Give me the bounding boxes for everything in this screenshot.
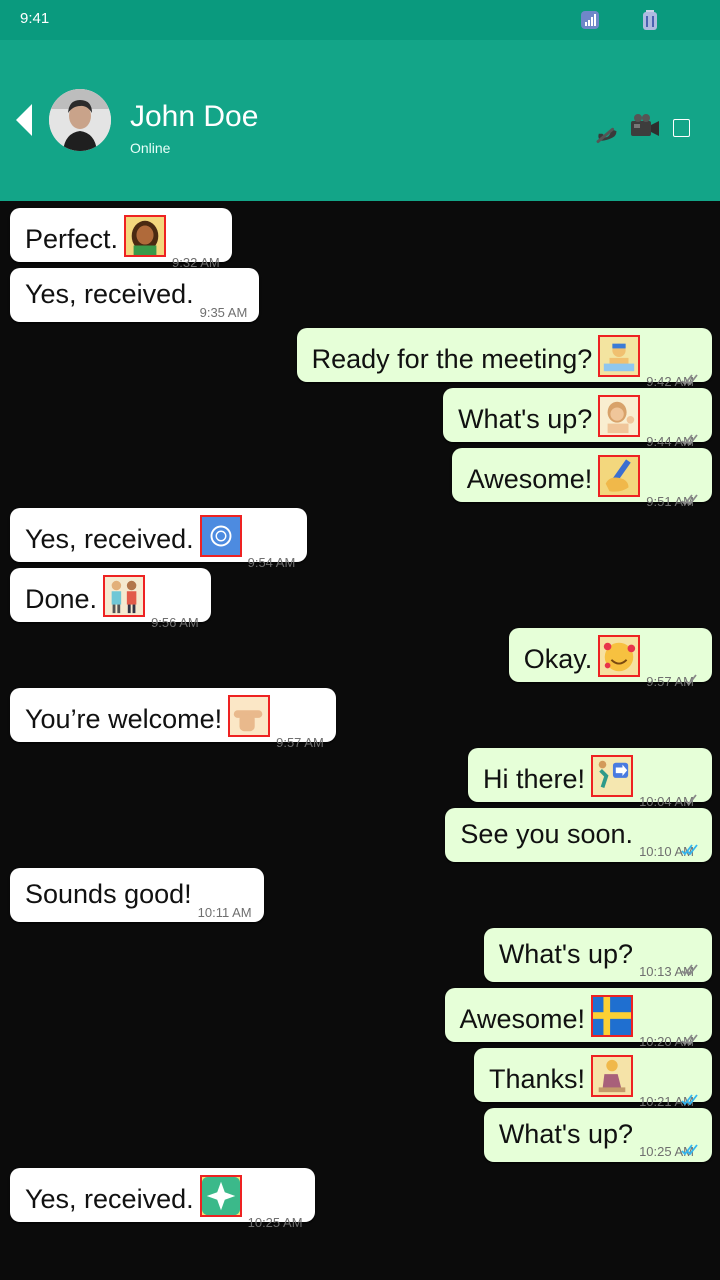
message-text: Awesome!	[466, 464, 593, 494]
message-bubble[interactable]: Ready for the meeting? 9:42 AM	[296, 328, 712, 389]
message-text: Hi there!	[483, 764, 586, 794]
message-time: 10:11 AM	[197, 905, 252, 920]
message-bubble[interactable]: What's up? 10:25 AM	[483, 1108, 712, 1162]
message-bubble[interactable]: Awesome! 10:20 AM	[444, 988, 712, 1049]
battery-icon	[640, 9, 660, 31]
chat-header: John Doe Online	[0, 40, 720, 201]
sparkle-emoji	[199, 1175, 242, 1217]
incoming-message: Yes, received. 10:25 AM	[0, 1161, 720, 1230]
incoming-message: You’re welcome! 9:57 AM	[0, 681, 720, 750]
message-bubble[interactable]: Awesome! 9:51 AM	[451, 448, 712, 509]
outgoing-message: Okay. 9:57 AM	[0, 621, 720, 689]
couple-holding-hands-emoji	[103, 575, 146, 617]
incoming-message: Sounds good! 10:11 AM	[0, 861, 720, 922]
message-bubble[interactable]: Hi there! 10:04 AM	[468, 748, 712, 809]
woman-curly-hair-emoji	[124, 215, 167, 257]
message-text: Thanks!	[489, 1064, 586, 1094]
outgoing-message: See you soon. 10:10 AM	[0, 801, 720, 862]
person-running-arrow-emoji	[591, 755, 634, 797]
back-arrow-icon[interactable]	[10, 102, 40, 138]
message-text: What's up?	[498, 939, 634, 969]
message-text: What's up?	[498, 1119, 634, 1149]
message-text: Okay.	[523, 644, 593, 674]
message-bubble[interactable]: Okay. 9:57 AM	[508, 628, 712, 689]
incoming-message: Perfect. 9:32 AM	[0, 201, 720, 270]
outgoing-message: What's up? 9:44 AM	[0, 381, 720, 449]
message-bubble[interactable]: Yes, received. 10:25 AM	[10, 1168, 315, 1230]
message-meta: 10:11 AM	[198, 905, 252, 920]
incoming-message: Done. 9:56 AM	[0, 561, 720, 630]
video-camera-icon[interactable]	[628, 110, 662, 144]
contact-name[interactable]: John Doe	[130, 100, 258, 134]
pointing-right-emoji	[228, 695, 271, 737]
incoming-message: Yes, received. 9:35 AM	[0, 261, 720, 322]
message-text: What's up?	[458, 404, 593, 434]
message-bubble[interactable]: Done. 9:56 AM	[10, 568, 211, 630]
message-text: Yes, received.	[25, 524, 194, 554]
contact-status: Online	[130, 140, 171, 156]
outgoing-message: What's up? 10:13 AM	[0, 921, 720, 982]
message-bubble[interactable]: Sounds good! 10:11 AM	[10, 868, 264, 922]
person-tipping-hand-emoji	[598, 395, 641, 437]
outgoing-message: Awesome! 10:20 AM	[0, 981, 720, 1049]
read-receipt-icon	[680, 843, 700, 857]
outgoing-message: Awesome! 9:51 AM	[0, 441, 720, 509]
smiling-face-hearts-emoji	[598, 635, 641, 677]
status-bar: 9:41	[0, 0, 720, 40]
menu-icon[interactable]	[673, 119, 690, 137]
message-time: 9:35 AM	[199, 305, 248, 320]
message-meta: 10:25 AM	[248, 1215, 303, 1230]
message-text: Yes, received.	[25, 1184, 194, 1214]
message-bubble[interactable]: What's up? 9:44 AM	[443, 388, 712, 449]
writing-hand-emoji	[598, 455, 641, 497]
message-text: Sounds good!	[25, 879, 192, 909]
united-nations-flag-emoji	[199, 515, 242, 557]
incoming-message: Yes, received. 9:54 AM	[0, 501, 720, 570]
message-text: Perfect.	[25, 224, 119, 254]
message-meta: 10:25 AM	[639, 1144, 700, 1160]
message-text: See you soon.	[460, 819, 634, 849]
message-meta: 10:13 AM	[639, 964, 700, 980]
phone-icon[interactable]	[588, 110, 622, 144]
message-text: Awesome!	[459, 1004, 586, 1034]
double-tick-icon	[680, 963, 700, 977]
sweden-flag-emoji	[591, 995, 634, 1037]
read-receipt-icon	[680, 1143, 700, 1157]
message-meta: 10:10 AM	[639, 844, 700, 860]
message-bubble[interactable]: Yes, received. 9:54 AM	[10, 508, 308, 570]
outgoing-message: What's up? 10:25 AM	[0, 1101, 720, 1162]
message-bubble[interactable]: Thanks! 10:21 AM	[474, 1048, 712, 1109]
message-time: 10:25 AM	[247, 1215, 303, 1230]
outgoing-message: Hi there! 10:04 AM	[0, 741, 720, 809]
message-text: Ready for the meeting?	[311, 344, 593, 374]
person-kneeling-emoji	[591, 1055, 634, 1097]
message-bubble[interactable]: Perfect. 9:32 AM	[10, 208, 232, 270]
message-bubble[interactable]: What's up? 10:13 AM	[483, 928, 712, 982]
message-text: Done.	[25, 584, 98, 614]
message-bubble[interactable]: See you soon. 10:10 AM	[445, 808, 712, 862]
message-text: You’re welcome!	[25, 704, 223, 734]
outgoing-message: Thanks! 10:21 AM	[0, 1041, 720, 1109]
chat-area[interactable]: Perfect. 9:32 AM Yes, received. 9:35 AM Read…	[0, 201, 720, 1280]
signal-icon	[580, 10, 600, 30]
message-bubble[interactable]: Yes, received. 9:35 AM	[10, 268, 260, 322]
outgoing-message: Ready for the meeting? 9:42 AM	[0, 321, 720, 389]
status-time: 9:41	[20, 10, 50, 27]
avatar[interactable]	[49, 89, 111, 151]
message-meta: 9:35 AM	[200, 305, 248, 320]
message-bubble[interactable]: You’re welcome! 9:57 AM	[10, 688, 336, 750]
message-text: Yes, received.	[25, 279, 194, 309]
water-polo-player-emoji	[598, 335, 641, 377]
